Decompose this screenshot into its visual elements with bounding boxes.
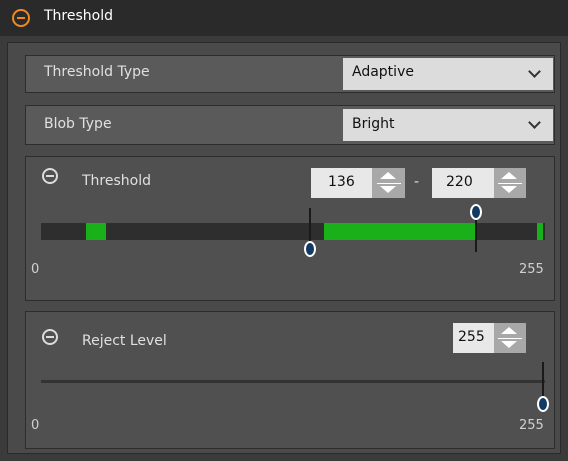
blob-type-value: Bright [352,116,395,132]
histogram-segment-green [86,223,106,240]
reject-level-title: Reject Level [82,333,167,349]
threshold-low-handle[interactable] [303,241,316,257]
threshold-panel-title: Threshold [82,173,151,189]
blob-type-label: Blob Type [44,116,112,132]
stepper-down-icon[interactable] [501,186,517,193]
threshold-selected-range [323,223,476,240]
stepper-down-icon[interactable] [501,341,517,348]
stepper-up-icon[interactable] [501,172,517,179]
section-title: Threshold [44,8,113,24]
threshold-max-label: 255 [519,262,544,277]
stepper-up-icon[interactable] [380,172,396,179]
reject-level-value: 255 [458,329,485,345]
reject-level-handle[interactable] [537,396,549,412]
collapse-icon[interactable] [42,329,58,345]
reject-level-track[interactable] [41,380,545,383]
threshold-low-value: 136 [328,174,355,190]
threshold-type-label: Threshold Type [44,64,150,80]
threshold-type-value: Adaptive [352,64,414,80]
range-separator: - [414,174,420,190]
stepper-up-icon[interactable] [501,327,517,334]
threshold-high-value: 220 [446,174,473,190]
histogram-segment-green [537,223,543,240]
reject-max-label: 255 [519,418,544,433]
reject-min-label: 0 [31,418,40,433]
stepper-divider [377,183,401,184]
collapse-icon[interactable] [12,9,30,27]
stepper-down-icon[interactable] [380,186,396,193]
threshold-min-label: 0 [31,262,40,277]
threshold-high-handle[interactable] [469,204,482,220]
stepper-divider [498,338,522,339]
collapse-icon[interactable] [42,168,58,184]
stepper-divider [498,183,522,184]
